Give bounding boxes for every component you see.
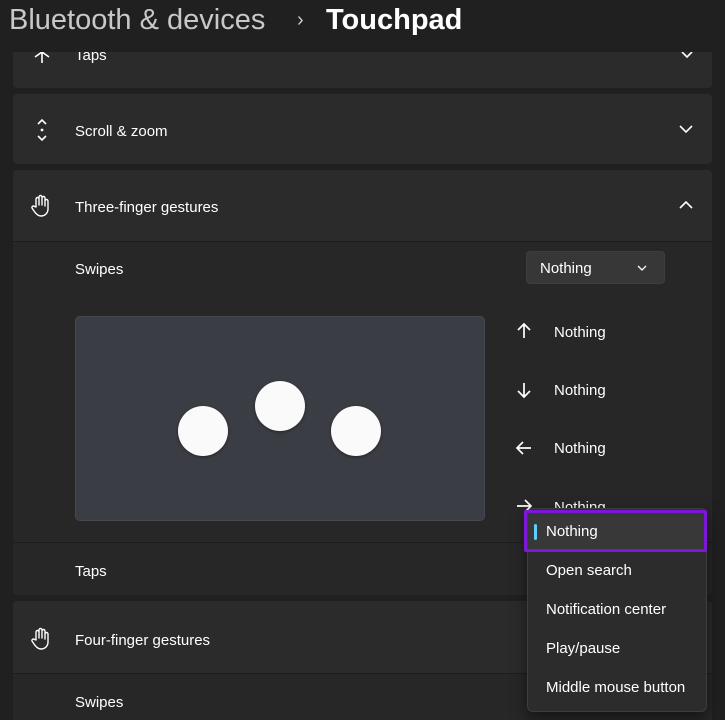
four-finger-label: Four-finger gestures — [75, 632, 211, 649]
swipes-dropdown[interactable]: Nothing — [526, 251, 665, 284]
breadcrumb-separator: › — [297, 9, 304, 31]
four-finger-swipes-label: Swipes — [75, 694, 124, 711]
menu-item-open-search[interactable]: Open search — [528, 552, 706, 589]
arrow-left-icon — [515, 441, 531, 455]
swipe-down-value[interactable]: Nothing — [554, 382, 606, 399]
page-title: Touchpad — [326, 4, 463, 36]
chevron-up-icon[interactable] — [676, 195, 696, 215]
arrow-up-icon — [517, 322, 531, 338]
finger-dot — [331, 406, 381, 456]
chevron-down-icon[interactable] — [676, 119, 696, 139]
menu-item-label: Notification center — [546, 601, 667, 618]
swipes-dropdown-value: Nothing — [540, 260, 592, 277]
taps-label: Taps — [75, 563, 107, 580]
menu-item-label: Open search — [546, 562, 632, 579]
hand-icon — [31, 194, 49, 217]
chevron-down-icon — [637, 265, 647, 271]
highlight-box — [524, 510, 707, 552]
swipe-left-value[interactable]: Nothing — [554, 440, 606, 457]
swipes-label: Swipes — [75, 261, 124, 278]
menu-item-notification-center[interactable]: Notification center — [528, 591, 706, 628]
three-finger-label: Three-finger gestures — [75, 199, 219, 216]
scroll-zoom-label: Scroll & zoom — [75, 123, 168, 140]
touchpad-illustration — [75, 316, 485, 521]
arrow-down-icon — [517, 383, 531, 399]
menu-item-middle-mouse-button[interactable]: Middle mouse button — [528, 669, 706, 706]
finger-dot — [178, 406, 228, 456]
menu-item-label: Play/pause — [546, 640, 621, 657]
scroll-icon — [37, 118, 47, 142]
hand-icon — [31, 627, 49, 650]
finger-dot — [255, 381, 305, 431]
swipe-up-value[interactable]: Nothing — [554, 324, 606, 341]
breadcrumb-parent[interactable]: Bluetooth & devices — [9, 4, 265, 37]
page-header: Bluetooth & devices › Touchpad — [0, 0, 725, 52]
menu-item-label: Middle mouse button — [546, 679, 686, 696]
menu-item-play-pause[interactable]: Play/pause — [528, 630, 706, 667]
